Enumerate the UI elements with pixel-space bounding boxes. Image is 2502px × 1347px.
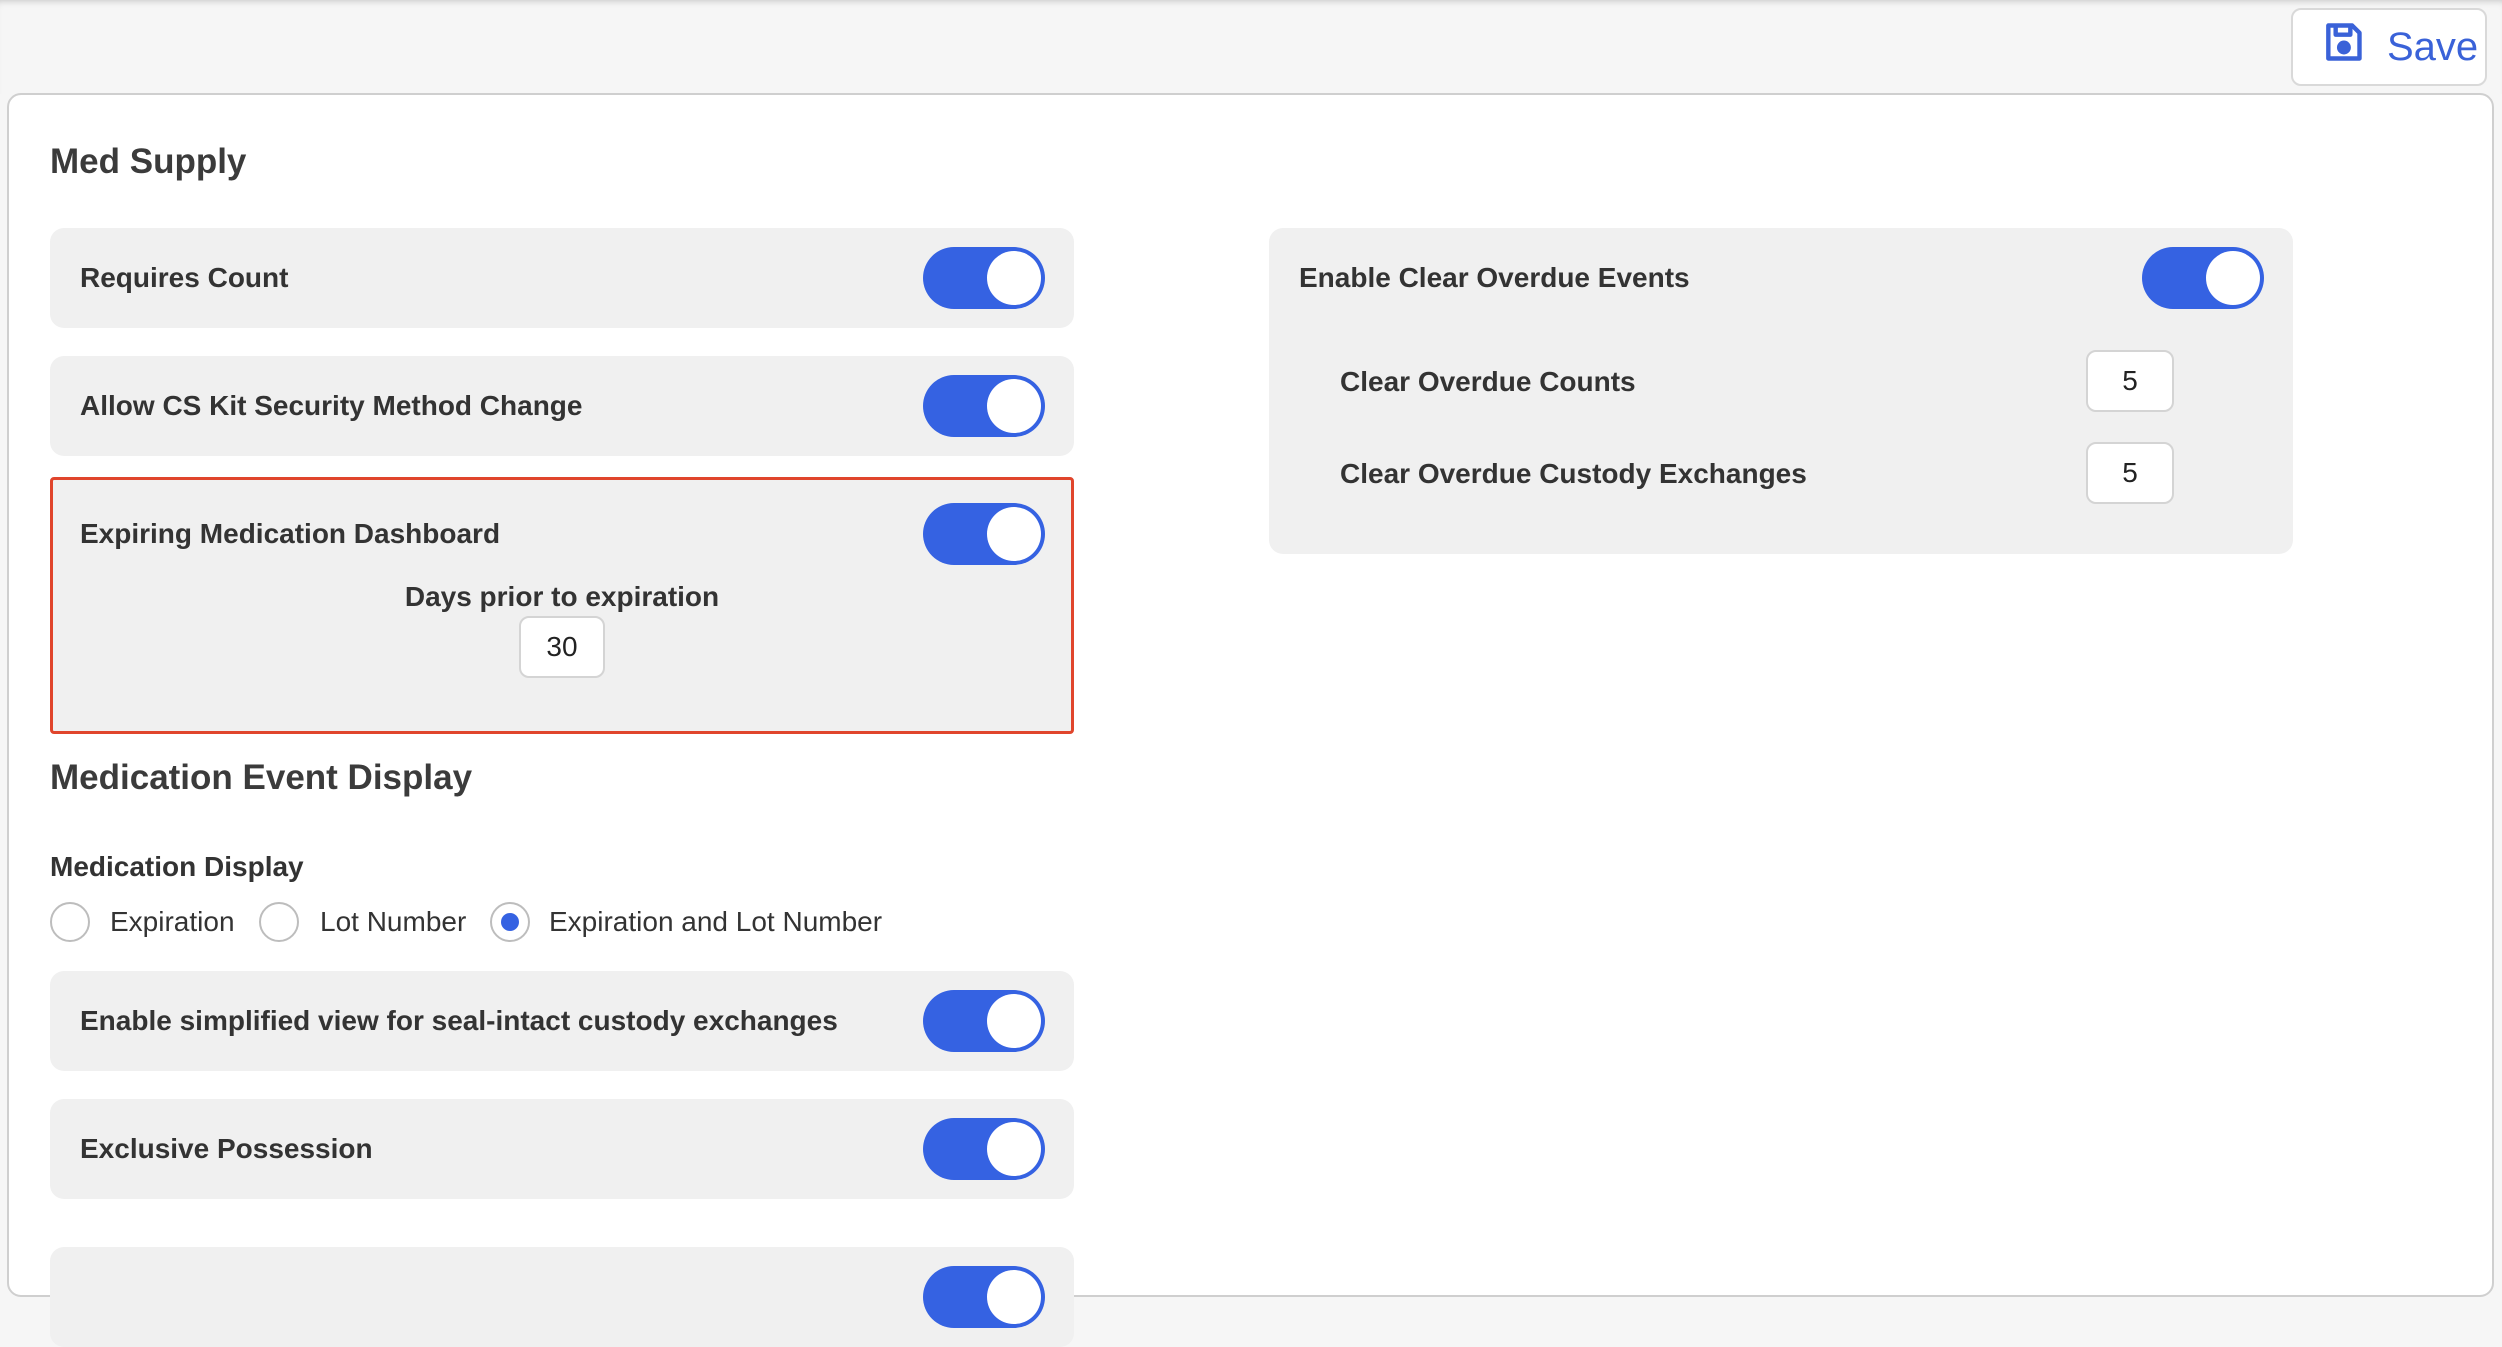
toggle-knob — [987, 1122, 1041, 1176]
expiring-dashboard-toggle[interactable] — [923, 503, 1045, 565]
clear-overdue-counts-input[interactable] — [2086, 350, 2174, 412]
clear-overdue-label: Enable Clear Overdue Events — [1299, 262, 1690, 293]
medication-display-label: Medication Display — [50, 851, 304, 882]
radio-expiration-and-lot-number[interactable] — [490, 902, 530, 942]
exclusive-possession-toggle[interactable] — [923, 1118, 1045, 1180]
days-prior-label: Days prior to expiration — [404, 581, 720, 612]
section-title-medication-event-display: Medication Event Display — [50, 758, 473, 797]
radio-lot-number-label: Lot Number — [320, 906, 467, 937]
requires-count-label: Requires Count — [80, 262, 289, 293]
section-title-med-supply: Med Supply — [50, 142, 247, 181]
radio-lot-number[interactable] — [259, 902, 299, 942]
days-prior-input[interactable] — [519, 616, 605, 678]
radio-expiration[interactable] — [50, 902, 90, 942]
allow-cs-kit-toggle[interactable] — [923, 375, 1045, 437]
toggle-knob — [987, 251, 1041, 305]
save-button-label: Save — [2387, 24, 2479, 69]
radio-expiration-and-lot-number-label: Expiration and Lot Number — [549, 906, 883, 937]
clear-overdue-toggle[interactable] — [2142, 247, 2264, 309]
toggle-knob — [987, 994, 1041, 1048]
simplified-view-toggle[interactable] — [923, 990, 1045, 1052]
toggle-knob — [987, 379, 1041, 433]
toggle-knob — [987, 507, 1041, 561]
allow-cs-kit-label: Allow CS Kit Security Method Change — [80, 390, 583, 421]
exclusive-possession-label: Exclusive Possession — [80, 1133, 373, 1164]
clear-overdue-counts-label: Clear Overdue Counts — [1340, 366, 1636, 397]
radio-expiration-label: Expiration — [110, 906, 235, 937]
toggle-knob — [2206, 251, 2260, 305]
clear-overdue-custody-input[interactable] — [2086, 442, 2174, 504]
floppy-disk-icon — [2321, 20, 2365, 74]
simplified-view-label: Enable simplified view for seal-intact c… — [80, 1005, 838, 1036]
partial-settings-row — [50, 1247, 1074, 1347]
toggle-knob — [987, 1270, 1041, 1324]
requires-count-toggle[interactable] — [923, 247, 1045, 309]
top-toolbar — [0, 0, 2502, 94]
expiring-dashboard-label: Expiring Medication Dashboard — [80, 518, 501, 549]
partial-settings-toggle[interactable] — [923, 1266, 1045, 1328]
clear-overdue-custody-label: Clear Overdue Custody Exchanges — [1340, 458, 1807, 489]
save-button[interactable]: Save — [2291, 8, 2487, 86]
